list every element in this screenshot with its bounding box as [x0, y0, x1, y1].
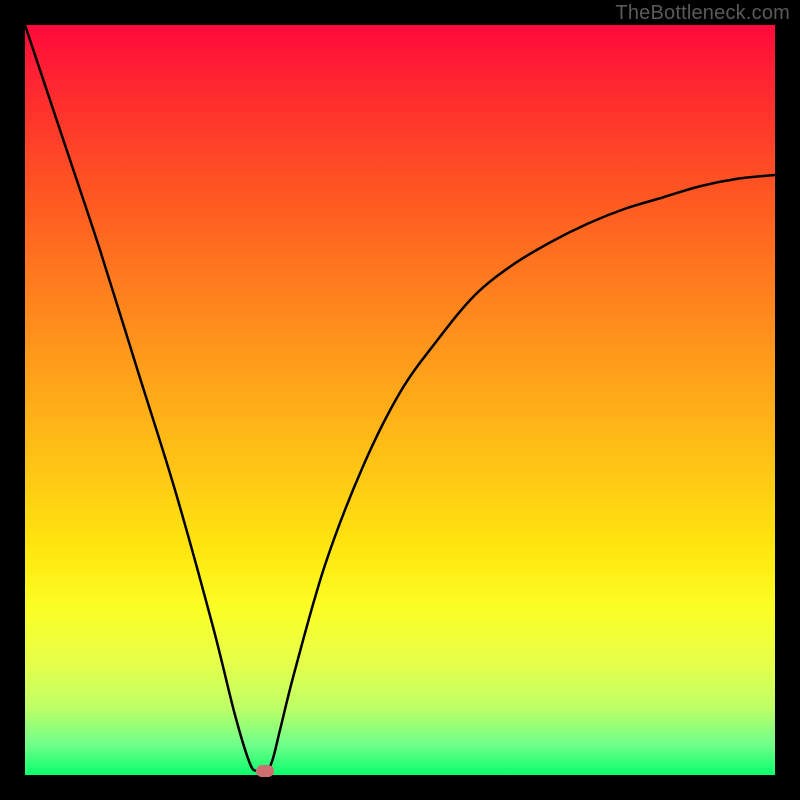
- bottleneck-curve: [25, 25, 775, 775]
- curve-svg: [25, 25, 775, 775]
- chart-frame: TheBottleneck.com: [0, 0, 800, 800]
- watermark-text: TheBottleneck.com: [615, 2, 790, 25]
- min-marker: [256, 765, 274, 777]
- plot-area: [25, 25, 775, 775]
